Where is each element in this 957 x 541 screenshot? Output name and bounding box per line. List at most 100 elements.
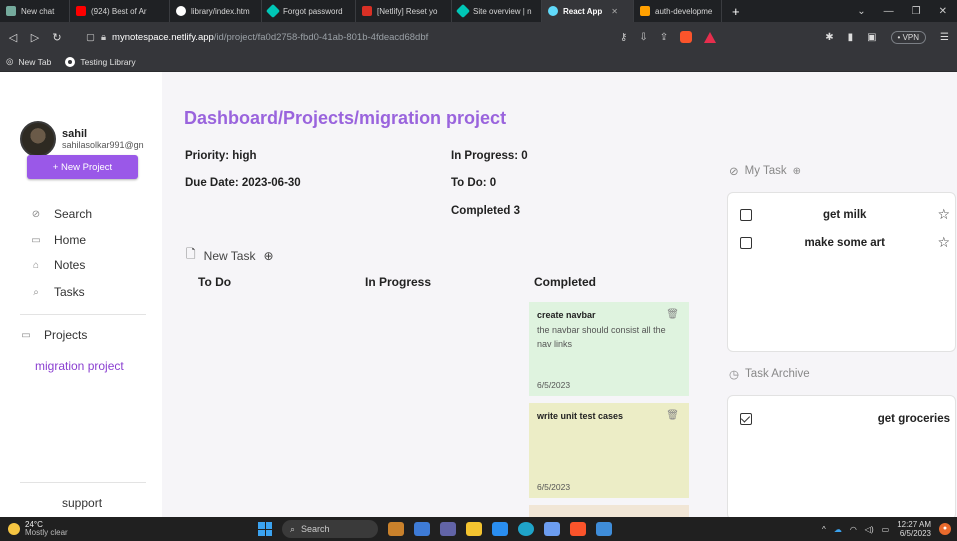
lock-icon: 🔒︎ <box>100 31 107 43</box>
star-icon[interactable]: ☆ <box>937 206 950 223</box>
user-name: sahil <box>62 128 88 140</box>
system-tray: ^ ☁ ◠ ◁) ▭ 12:27 AM 6/5/2023 ● <box>822 520 951 538</box>
sidebar-item-projects[interactable]: ▭ Projects <box>20 328 87 342</box>
bookmark-testing-library[interactable]: Testing Library <box>65 56 136 67</box>
widgets-icon[interactable] <box>388 522 404 536</box>
volume-icon[interactable]: ◁) <box>865 525 874 534</box>
user-profile[interactable]: sahil sahilasolkar991@gn <box>20 121 144 157</box>
clock-icon: ◷ <box>729 369 740 381</box>
battery-icon[interactable]: ▭ <box>882 525 890 534</box>
my-task-header: ⊘ My Task ⊕ <box>729 165 801 178</box>
tab-youtube[interactable]: (924) Best of Ar <box>70 0 170 22</box>
my-task-panel: get milk ☆ make some art ☆ <box>727 192 956 352</box>
taskbar-search[interactable]: ⌕ Search <box>282 520 378 538</box>
notepad-icon[interactable] <box>596 522 612 536</box>
netlify-icon <box>455 3 471 19</box>
check-circle-icon: ⊘ <box>729 166 739 178</box>
plus-circle-icon: ⊕ <box>263 248 274 263</box>
trash-icon[interactable]: 🗑︎ <box>666 309 679 320</box>
trash-icon[interactable]: 🗑︎ <box>666 410 679 421</box>
edge-icon[interactable] <box>518 522 534 536</box>
task-checkbox[interactable] <box>740 236 752 249</box>
close-window-icon[interactable]: ✕ <box>939 6 947 17</box>
task-checkbox[interactable] <box>740 208 752 221</box>
extensions-icon[interactable]: ✱ <box>825 32 833 43</box>
reload-icon[interactable]: ↻ <box>48 31 66 44</box>
brave-shields-icon[interactable] <box>680 31 693 43</box>
sidebar-item-home[interactable]: ▭ Home <box>30 233 86 247</box>
due-date-label: Due Date: 2023-06-30 <box>185 177 301 189</box>
chatgpt-icon <box>6 6 16 16</box>
new-project-button[interactable]: + New Project <box>27 155 138 179</box>
maximize-icon[interactable]: ❐ <box>912 6 921 17</box>
minimize-icon[interactable]: — <box>884 6 894 17</box>
task-checkbox-checked[interactable] <box>740 413 752 425</box>
task-card-partial[interactable] <box>529 505 689 517</box>
address-bar[interactable]: ▢ 🔒︎ mynotespace.netlify.app/id/project/… <box>86 32 606 43</box>
task-card-date: 6/5/2023 <box>537 380 571 390</box>
star-icon[interactable]: ☆ <box>937 234 950 251</box>
github-icon <box>65 56 76 67</box>
bookmarks-bar: ◎ New Tab Testing Library <box>0 52 957 72</box>
sidebar-item-tasks[interactable]: ⌕ Tasks <box>30 285 85 299</box>
react-icon <box>548 6 558 16</box>
sidebar-item-search[interactable]: ⊘ Search <box>30 207 92 221</box>
notification-icon[interactable]: ● <box>939 523 951 535</box>
new-task-button[interactable]: 🗋︎ New Task ⊕ <box>186 245 274 266</box>
column-header-todo: To Do <box>198 275 232 289</box>
install-icon[interactable]: ⇩ <box>639 32 647 43</box>
wallet-icon[interactable]: ▣ <box>867 32 876 43</box>
back-icon[interactable]: ◁ <box>4 31 22 44</box>
brave-icon[interactable] <box>570 522 586 536</box>
add-my-task-icon[interactable]: ⊕ <box>793 166 801 177</box>
vscode-icon[interactable] <box>492 522 508 536</box>
close-tab-icon[interactable]: ✕ <box>611 7 618 16</box>
avatar <box>20 121 56 157</box>
netlify-icon <box>265 3 281 19</box>
task-view-icon[interactable] <box>414 522 430 536</box>
priority-label: Priority: high <box>185 150 257 162</box>
tasks-icon: ⌕ <box>33 286 39 298</box>
clock[interactable]: 12:27 AM 6/5/2023 <box>897 520 931 538</box>
search-icon: ⌕ <box>290 523 296 534</box>
vpn-button[interactable]: • VPN <box>890 30 927 44</box>
my-task-item[interactable]: get milk ☆ <box>740 206 950 223</box>
start-icon[interactable] <box>258 522 272 536</box>
task-card-title: write unit test cases <box>537 411 624 421</box>
menu-icon[interactable]: ☰ <box>940 32 949 43</box>
support-link[interactable]: support <box>62 496 102 510</box>
browser-tab-strip: New chat (924) Best of Ar library/index.… <box>0 0 957 22</box>
task-card-date: 6/5/2023 <box>537 482 571 492</box>
my-task-item[interactable]: make some art ☆ <box>740 234 950 251</box>
tab-forgot-password[interactable]: Forgot password <box>262 0 356 22</box>
firebase-icon <box>640 6 650 16</box>
task-card[interactable]: write unit test cases 6/5/2023 🗑︎ <box>529 403 689 498</box>
wifi-icon[interactable]: ◠ <box>850 525 857 534</box>
tab-react-app[interactable]: React App ✕ <box>542 0 634 22</box>
tab-site-overview[interactable]: Site overview | n <box>452 0 542 22</box>
slack-icon[interactable] <box>544 522 560 536</box>
sidebar-item-notes[interactable]: ⌂ Notes <box>30 258 85 272</box>
tab-library[interactable]: library/index.htm <box>170 0 262 22</box>
share-icon[interactable]: ⇪ <box>660 32 668 43</box>
tab-auth-development[interactable]: auth-developme <box>634 0 722 22</box>
key-icon[interactable]: ⚷ <box>620 32 627 43</box>
bookmark-new-tab[interactable]: ◎ New Tab <box>6 56 51 67</box>
onedrive-icon[interactable]: ☁ <box>834 525 842 534</box>
chevron-up-icon[interactable]: ^ <box>822 525 826 534</box>
project-link-migration[interactable]: migration project <box>35 359 124 373</box>
forward-icon[interactable]: ▷ <box>26 31 44 44</box>
tab-netlify-reset[interactable]: [Netlify] Reset yo <box>356 0 452 22</box>
sidebar-icon[interactable]: ▮ <box>848 32 854 43</box>
task-archive-panel: get groceries <box>727 395 956 520</box>
archive-task-item[interactable]: get groceries <box>740 413 950 425</box>
file-explorer-icon[interactable] <box>466 522 482 536</box>
tab-new-chat[interactable]: New chat <box>0 0 70 22</box>
tab-search-icon[interactable]: ⌄ <box>857 6 865 17</box>
new-tab-button[interactable]: + <box>722 4 750 19</box>
task-card[interactable]: create navbar the navbar should consist … <box>529 302 689 396</box>
brave-rewards-icon[interactable] <box>704 31 717 43</box>
weather-widget[interactable]: 24°C Mostly clear <box>0 521 68 537</box>
teams-icon[interactable] <box>440 522 456 536</box>
bookmark-page-icon[interactable]: ▢ <box>86 32 95 43</box>
